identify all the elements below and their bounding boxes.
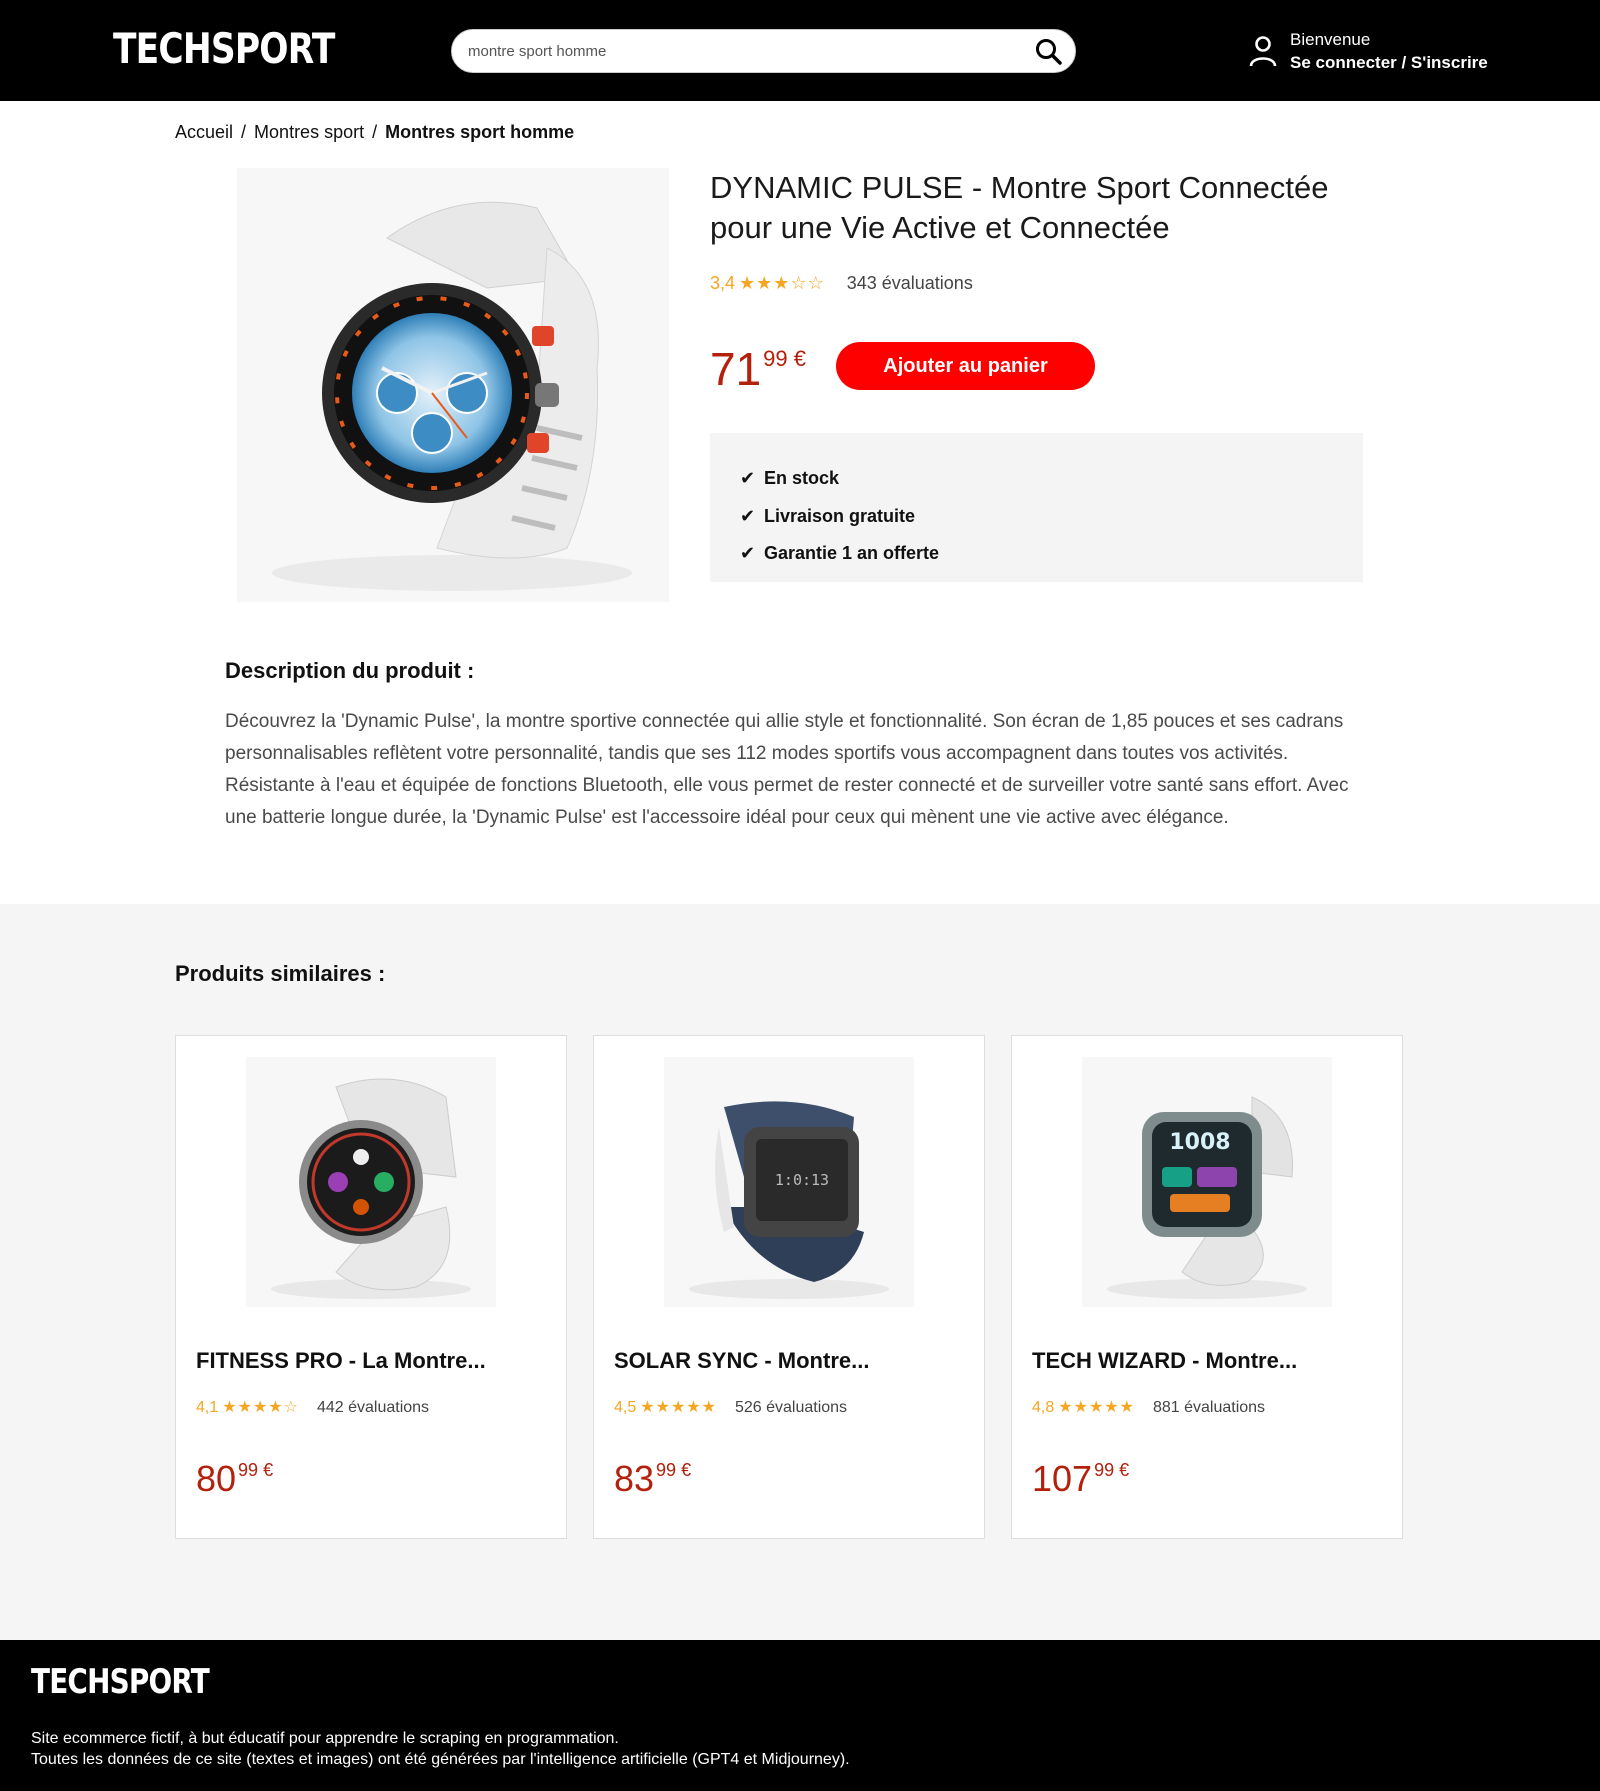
search-input[interactable] bbox=[468, 30, 1008, 72]
similar-product-rating: 4,8 ★★★★★ 881 évaluations bbox=[1032, 1397, 1265, 1417]
site-logo[interactable]: TECHSPORT bbox=[113, 24, 335, 73]
add-to-cart-button[interactable]: Ajouter au panier bbox=[836, 342, 1095, 390]
similar-product-card[interactable]: 1008 TECH WIZARD - Montre... 4,8 ★★★★★ 881… bbox=[1011, 1035, 1403, 1539]
feature-free-shipping: ✔ Livraison gratuite bbox=[740, 498, 1363, 536]
rating-value: 3,4 bbox=[710, 273, 736, 293]
similar-product-title[interactable]: FITNESS PRO - La Montre... bbox=[196, 1348, 486, 1374]
feature-label: Garantie 1 an offerte bbox=[764, 543, 940, 564]
review-count: 442 évaluations bbox=[316, 1399, 430, 1416]
check-icon: ✔ bbox=[740, 468, 756, 489]
feature-label: En stock bbox=[764, 468, 840, 489]
search-icon bbox=[1036, 39, 1062, 65]
similar-products-title: Produits similaires : bbox=[175, 961, 386, 986]
check-icon: ✔ bbox=[740, 505, 756, 526]
product-image bbox=[237, 168, 669, 602]
footer-logo[interactable]: TECHSPORT bbox=[31, 1662, 210, 1702]
breadcrumb-separator: / bbox=[241, 122, 247, 142]
footer-line: Site ecommerce fictif, à but éducatif po… bbox=[31, 1730, 619, 1747]
breadcrumb: Accueil / Montres sport / Montres sport homm… bbox=[175, 122, 580, 143]
footer-line: Toutes les données de ce site (textes et… bbox=[31, 1751, 850, 1768]
similar-product-rating: 4,5 ★★★★★ 526 évaluations bbox=[614, 1397, 847, 1417]
price-decimal: 99 € bbox=[763, 346, 806, 371]
search-bar bbox=[451, 29, 1076, 73]
welcome-text: Bienvenue bbox=[1290, 30, 1371, 49]
similar-product-title[interactable]: TECH WIZARD - Montre... bbox=[1032, 1348, 1297, 1374]
check-icon: ✔ bbox=[740, 543, 756, 564]
price-decimal: 99 € bbox=[238, 1460, 274, 1480]
product-title: DYNAMIC PULSE - Montre Sport Connectée p… bbox=[710, 170, 1329, 245]
similar-product-card[interactable]: 1:0:13 SOLAR SYNC - Montre... 4,5 ★★★★★ 52… bbox=[593, 1035, 985, 1539]
rating-value: 4,5 bbox=[614, 1399, 637, 1416]
watch-screen-time: 1:0:13 bbox=[775, 1171, 829, 1189]
similar-product-price: 107 99 € bbox=[1032, 1458, 1129, 1500]
breadcrumb-separator: / bbox=[372, 122, 378, 142]
price-integer: 83 bbox=[614, 1458, 655, 1499]
rating-value: 4,1 bbox=[196, 1399, 219, 1416]
feature-warranty: ✔ Garantie 1 an offerte bbox=[740, 535, 1363, 573]
similar-product-image[interactable]: 1:0:13 bbox=[664, 1057, 914, 1307]
price-decimal: 99 € bbox=[1094, 1460, 1130, 1480]
rating-stars: ★★★★★ bbox=[1058, 1399, 1135, 1416]
product-features: ✔ En stock ✔ Livraison gratuite ✔ Garantie … bbox=[710, 433, 1363, 582]
price-integer: 80 bbox=[196, 1458, 237, 1499]
user-icon[interactable] bbox=[1248, 34, 1278, 68]
rating-stars: ★★★☆☆ bbox=[739, 273, 825, 293]
rating-stars: ★★★★★ bbox=[640, 1399, 717, 1416]
review-count[interactable]: 343 évaluations bbox=[847, 273, 973, 293]
breadcrumb-category[interactable]: Montres sport bbox=[254, 122, 364, 142]
search-button[interactable] bbox=[1033, 36, 1065, 68]
product-price: 7199 € bbox=[710, 342, 806, 396]
price-integer: 107 bbox=[1032, 1458, 1093, 1499]
site-footer: TECHSPORT Site ecommerce fictif, à but é… bbox=[0, 1640, 1600, 1791]
feature-label: Livraison gratuite bbox=[764, 505, 916, 526]
similar-product-rating: 4,1 ★★★★☆ 442 évaluations bbox=[196, 1397, 429, 1417]
breadcrumb-current: Montres sport homme bbox=[385, 122, 575, 142]
footer-text: Site ecommerce fictif, à but éducatif po… bbox=[31, 1728, 850, 1770]
login-link[interactable]: Se connecter / S'inscrire bbox=[1290, 53, 1488, 73]
similar-product-price: 80 99 € bbox=[196, 1458, 273, 1500]
price-decimal: 99 € bbox=[656, 1460, 692, 1480]
feature-in-stock: ✔ En stock bbox=[740, 460, 1363, 498]
price-integer: 71 bbox=[710, 343, 762, 395]
site-header: TECHSPORT Bienvenue Se connecter / S'ins… bbox=[0, 0, 1600, 101]
rating-value: 4,8 bbox=[1032, 1399, 1055, 1416]
rating-stars: ★★★★☆ bbox=[222, 1399, 299, 1416]
product-rating: 3,4 ★★★☆☆ 343 évaluations bbox=[710, 273, 973, 294]
similar-product-price: 83 99 € bbox=[614, 1458, 691, 1500]
description-text: Découvrez la 'Dynamic Pulse', la montre … bbox=[225, 711, 1349, 828]
breadcrumb-home[interactable]: Accueil bbox=[175, 122, 233, 142]
similar-product-image[interactable]: 1008 bbox=[1082, 1057, 1332, 1307]
similar-product-image[interactable] bbox=[246, 1057, 496, 1307]
similar-product-card[interactable]: FITNESS PRO - La Montre... 4,1 ★★★★☆ 442 é… bbox=[175, 1035, 567, 1539]
review-count: 526 évaluations bbox=[734, 1399, 848, 1416]
watch-screen-digits: 1008 bbox=[1169, 1130, 1230, 1155]
review-count: 881 évaluations bbox=[1152, 1399, 1266, 1416]
similar-product-title[interactable]: SOLAR SYNC - Montre... bbox=[614, 1348, 869, 1374]
description-title: Description du produit : bbox=[225, 658, 475, 683]
